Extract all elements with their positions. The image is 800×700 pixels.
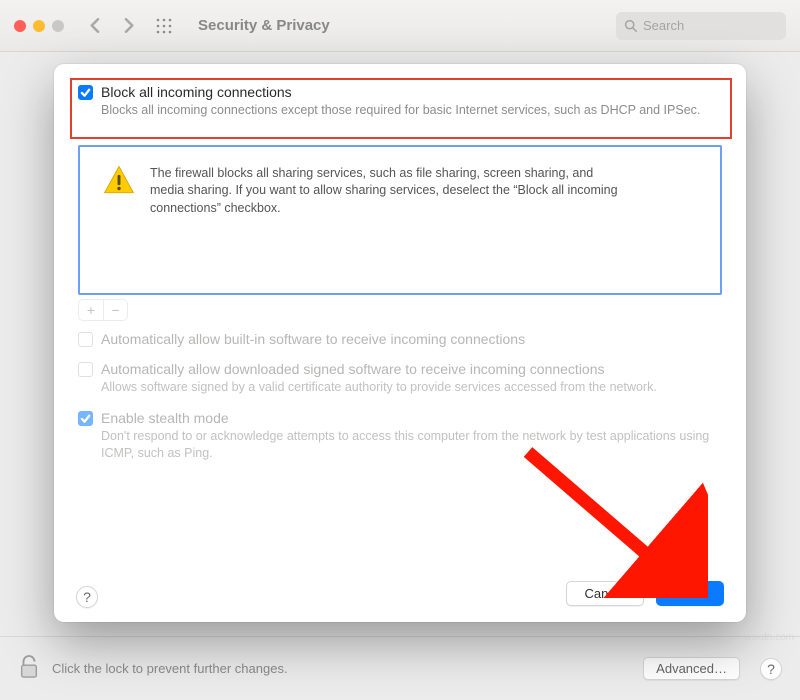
block-all-checkbox[interactable] xyxy=(78,85,93,100)
auto-signed-checkbox[interactable] xyxy=(78,362,93,377)
traffic-lights xyxy=(14,20,64,32)
watermark: wsxdn.com xyxy=(744,632,794,643)
prefs-footer: Click the lock to prevent further change… xyxy=(0,636,800,700)
option-stealth: Enable stealth mode Don't respond to or … xyxy=(78,410,722,462)
search-field[interactable]: Search xyxy=(616,12,786,40)
help-button-sheet[interactable]: ? xyxy=(76,586,98,608)
add-app-button[interactable]: + xyxy=(79,300,103,320)
window-title: Security & Privacy xyxy=(198,17,606,34)
auto-signed-label: Automatically allow downloaded signed so… xyxy=(101,361,605,377)
warning-icon xyxy=(102,163,136,197)
minimize-window-button[interactable] xyxy=(33,20,45,32)
stealth-label: Enable stealth mode xyxy=(101,410,229,426)
option-block-all: Block all incoming connections Blocks al… xyxy=(78,84,722,119)
auto-signed-desc: Allows software signed by a valid certif… xyxy=(101,379,722,396)
firewall-warning-text: The firewall blocks all sharing services… xyxy=(150,165,620,218)
block-all-desc: Blocks all incoming connections except t… xyxy=(101,102,722,119)
search-placeholder: Search xyxy=(643,18,684,33)
close-window-button[interactable] xyxy=(14,20,26,32)
back-button[interactable] xyxy=(84,18,107,33)
window-toolbar: Security & Privacy Search xyxy=(0,0,800,52)
stealth-desc: Don't respond to or acknowledge attempts… xyxy=(101,428,722,462)
help-button-footer[interactable]: ? xyxy=(760,658,782,680)
lock-icon[interactable] xyxy=(18,654,40,683)
forward-button[interactable] xyxy=(117,18,140,33)
app-list-controls: + − xyxy=(78,299,128,321)
search-icon xyxy=(624,19,637,32)
block-all-label: Block all incoming connections xyxy=(101,84,292,100)
highlight-block-all: Block all incoming connections Blocks al… xyxy=(70,78,732,139)
option-auto-builtin: Automatically allow built-in software to… xyxy=(78,331,722,347)
cancel-button[interactable]: Cancel xyxy=(566,581,644,606)
stealth-checkbox[interactable] xyxy=(78,411,93,426)
ok-button[interactable]: OK xyxy=(656,581,724,606)
firewall-options-sheet: Block all incoming connections Blocks al… xyxy=(54,64,746,622)
zoom-window-button[interactable] xyxy=(52,20,64,32)
show-all-prefs-button[interactable] xyxy=(156,18,172,34)
option-auto-signed: Automatically allow downloaded signed so… xyxy=(78,361,722,396)
advanced-button[interactable]: Advanced… xyxy=(643,657,740,680)
sheet-button-row: Cancel OK xyxy=(566,581,724,606)
remove-app-button[interactable]: − xyxy=(103,300,127,320)
auto-builtin-label: Automatically allow built-in software to… xyxy=(101,331,525,347)
auto-builtin-checkbox[interactable] xyxy=(78,332,93,347)
lock-hint-text: Click the lock to prevent further change… xyxy=(52,661,631,676)
firewall-warning-box: The firewall blocks all sharing services… xyxy=(78,145,722,295)
